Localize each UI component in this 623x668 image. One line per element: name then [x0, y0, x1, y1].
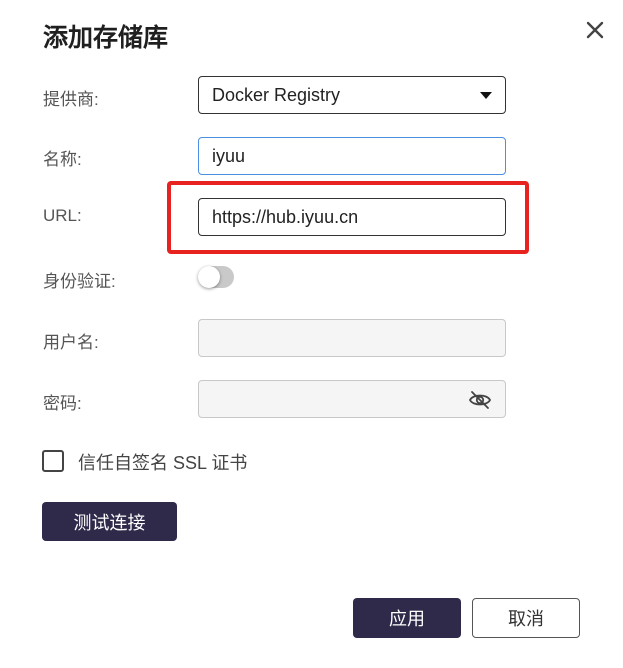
auth-label: 身份验证:	[43, 272, 116, 291]
close-icon[interactable]	[583, 18, 607, 42]
toggle-knob	[198, 266, 220, 288]
cancel-button[interactable]: 取消	[472, 598, 580, 638]
provider-select[interactable]: Docker Registry	[198, 76, 506, 114]
url-value: https://hub.iyuu.cn	[212, 206, 359, 227]
dialog-title: 添加存储库	[43, 24, 169, 52]
name-value: iyuu	[212, 145, 246, 166]
name-label: 名称:	[43, 150, 82, 169]
password-input[interactable]	[198, 380, 506, 418]
url-input[interactable]: https://hub.iyuu.cn	[198, 198, 506, 236]
username-label: 用户名:	[43, 333, 99, 352]
provider-label: 提供商:	[43, 90, 99, 109]
trust-ssl-label: 信任自签名 SSL 证书	[78, 453, 248, 473]
provider-value: Docker Registry	[212, 84, 341, 105]
eye-off-icon[interactable]	[468, 389, 492, 411]
password-label: 密码:	[43, 394, 82, 413]
dropdown-arrow-icon	[480, 92, 492, 99]
auth-toggle[interactable]	[198, 266, 234, 288]
url-label: URL:	[43, 206, 82, 225]
add-repository-dialog: 添加存储库 提供商: Docker Registry 名称: iyuu URL:…	[0, 0, 623, 668]
trust-ssl-checkbox[interactable]	[42, 450, 64, 472]
name-input[interactable]: iyuu	[198, 137, 506, 175]
test-connection-button[interactable]: 测试连接	[42, 502, 177, 541]
apply-button[interactable]: 应用	[353, 598, 461, 638]
username-input[interactable]	[198, 319, 506, 357]
